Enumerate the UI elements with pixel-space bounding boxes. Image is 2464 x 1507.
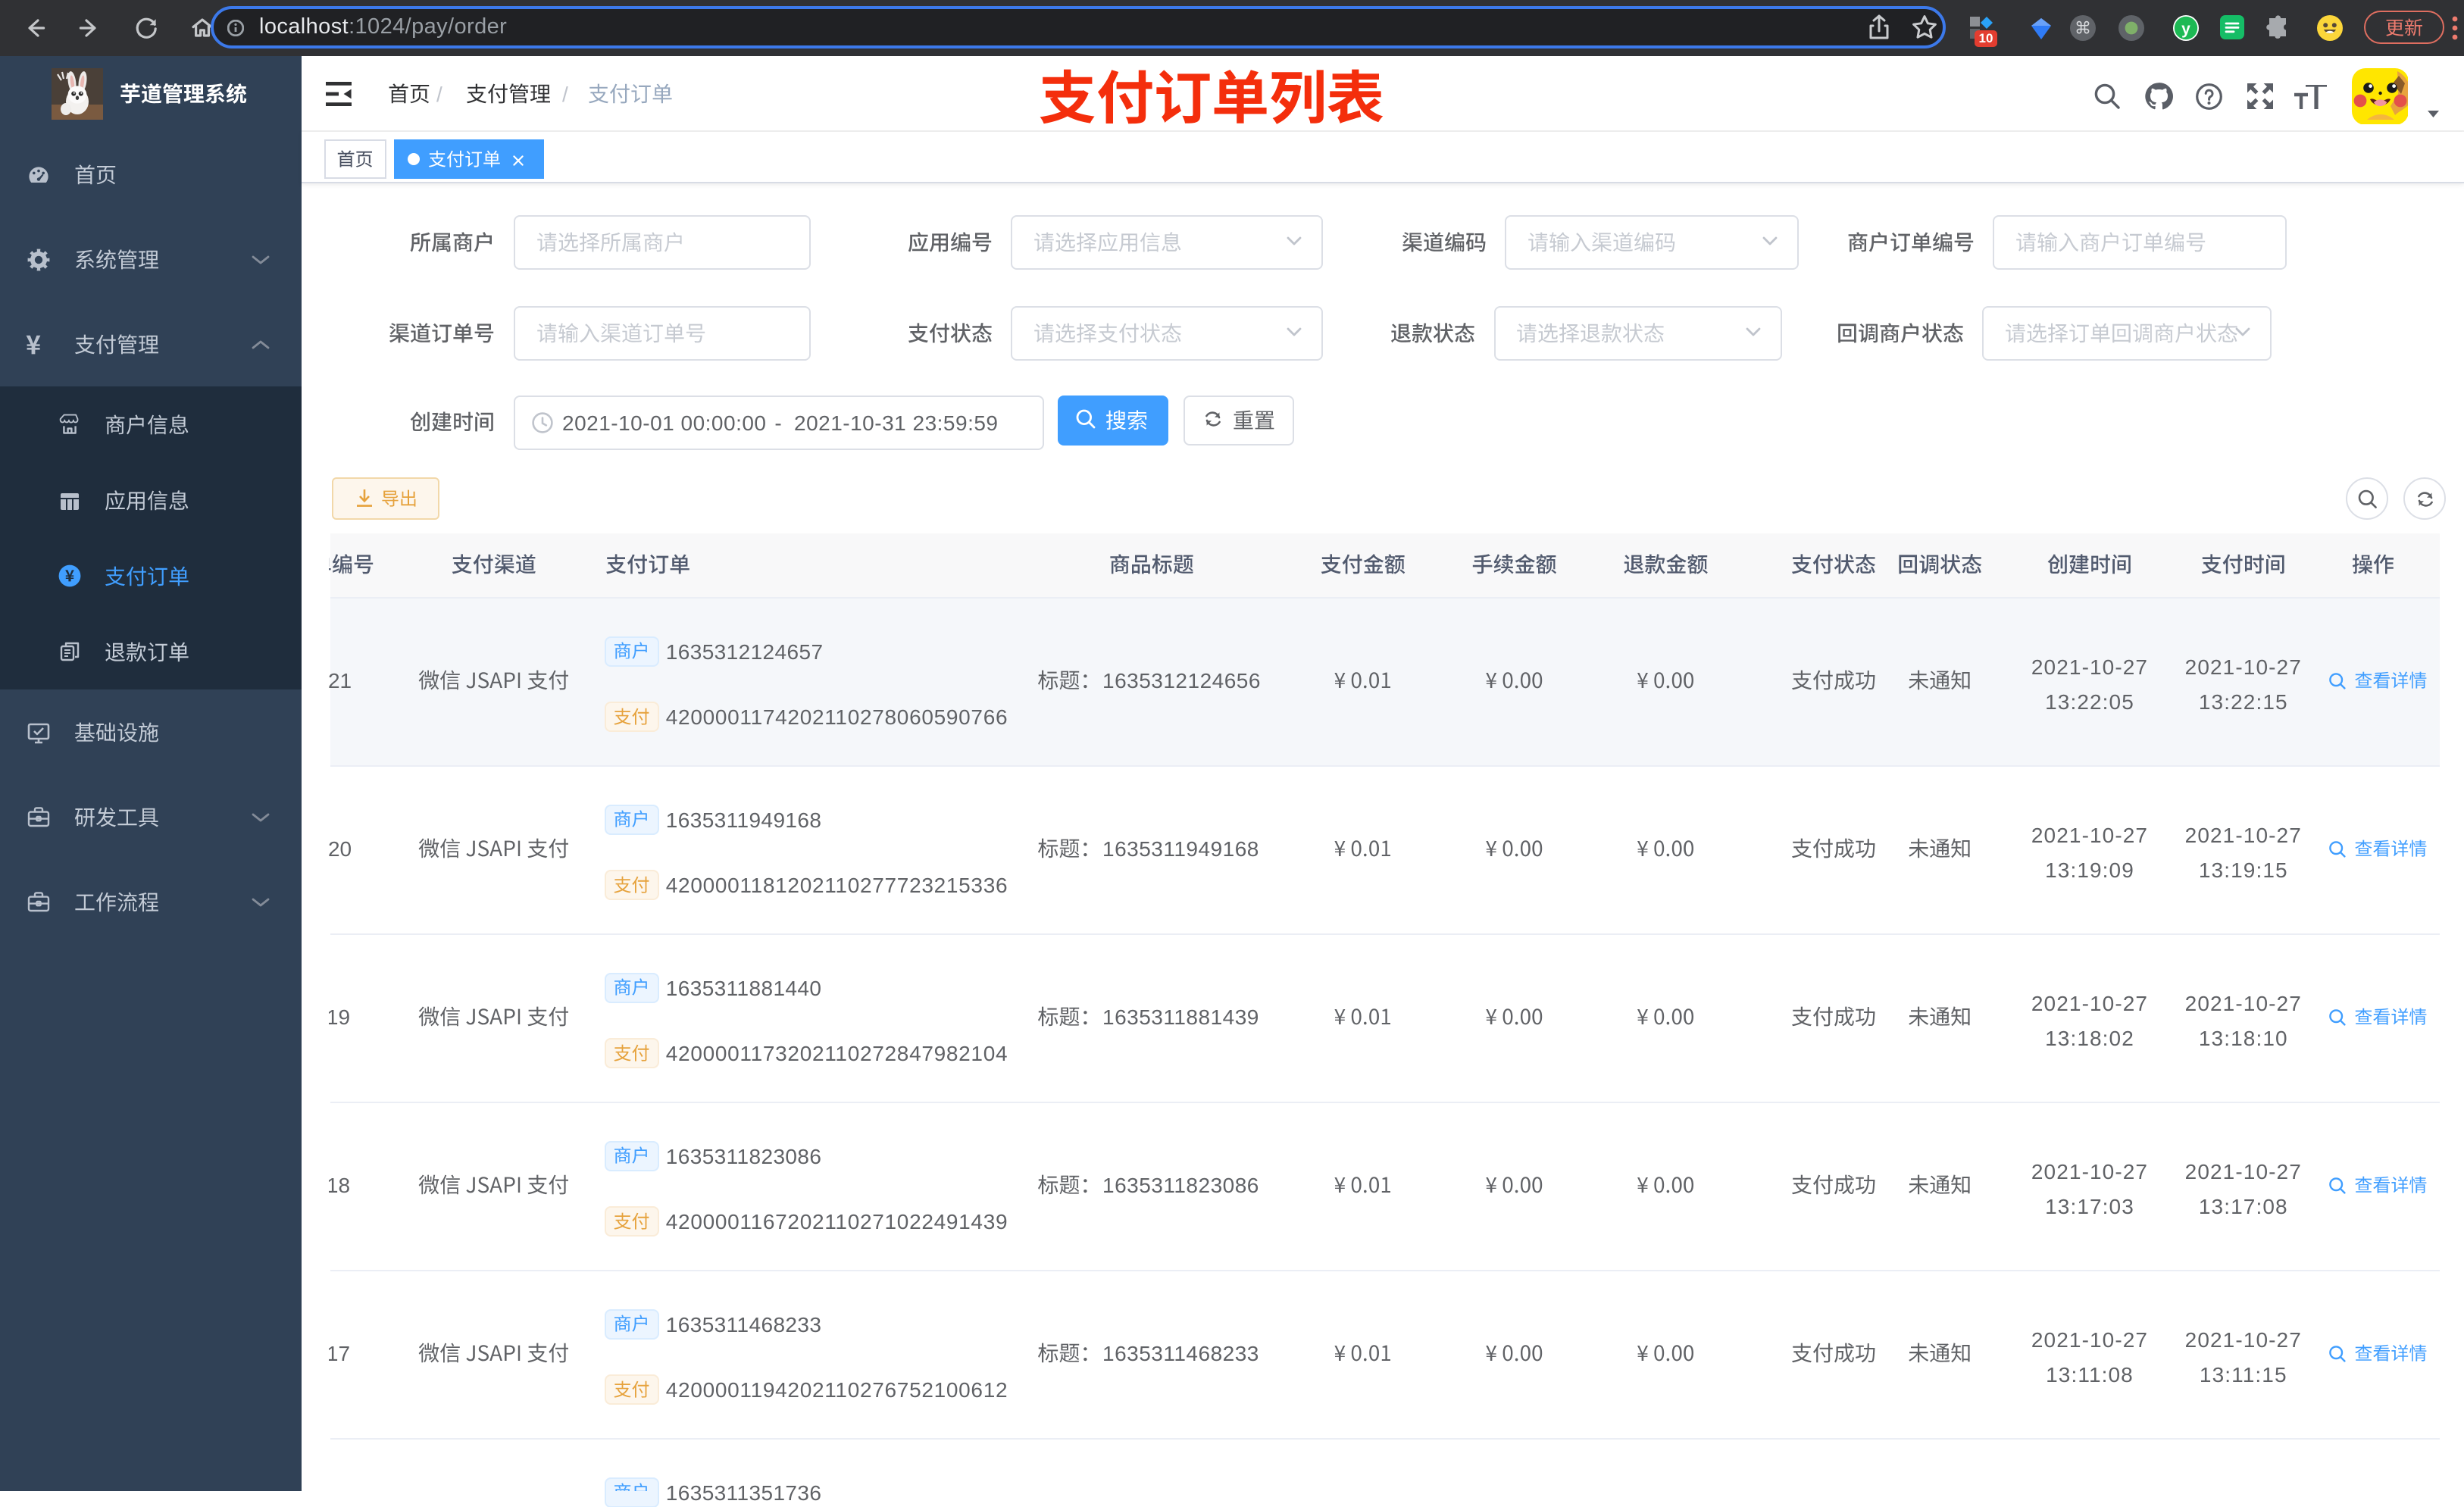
svg-text:y: y — [2181, 20, 2190, 38]
svg-text:⌘: ⌘ — [2075, 18, 2091, 37]
